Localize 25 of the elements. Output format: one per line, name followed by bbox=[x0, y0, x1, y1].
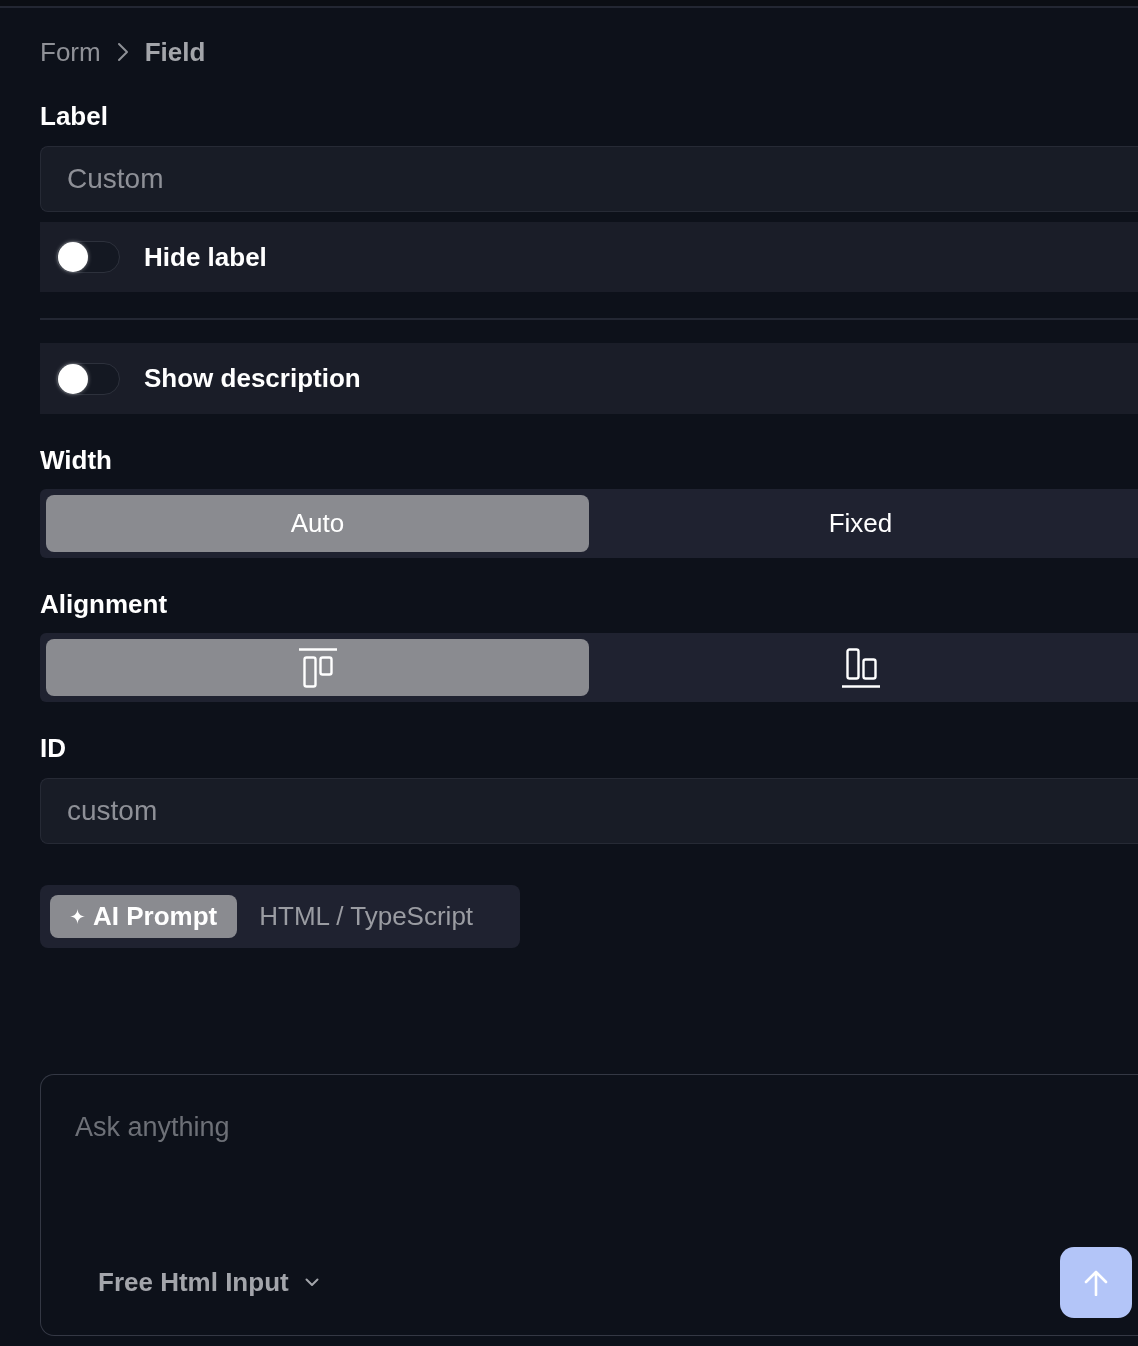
arrow-up-icon bbox=[1084, 1269, 1108, 1296]
sparkle-icon bbox=[70, 909, 85, 924]
prompt-field[interactable]: Ask anything Free Html Input bbox=[40, 1074, 1138, 1336]
chevron-right-icon bbox=[116, 42, 129, 62]
breadcrumb-current: Field bbox=[144, 36, 206, 68]
width-option[interactable]: Auto bbox=[46, 495, 589, 552]
field-label: ID bbox=[40, 733, 67, 763]
id-input[interactable]: custom bbox=[40, 778, 1138, 844]
send-button[interactable] bbox=[1060, 1247, 1132, 1318]
field-label: Width bbox=[40, 445, 113, 475]
toggle-label: Show description bbox=[144, 363, 361, 394]
align-bottom-icon bbox=[841, 647, 880, 688]
toggle-label: Hide label bbox=[144, 241, 267, 273]
toggle-switch[interactable] bbox=[56, 241, 120, 273]
field-label: Label bbox=[40, 101, 109, 131]
align-top-icon bbox=[298, 647, 337, 688]
mode-tab[interactable]: AI Prompt bbox=[50, 895, 238, 938]
label-input[interactable]: Custom bbox=[40, 146, 1138, 212]
model-dropdown[interactable]: Free Html Input bbox=[98, 1267, 319, 1298]
mode-tab[interactable]: HTML / TypeScript bbox=[237, 895, 496, 938]
chevron-down-icon bbox=[304, 1278, 319, 1287]
toggle-switch[interactable] bbox=[56, 362, 120, 395]
field-label: Alignment bbox=[40, 589, 169, 619]
breadcrumb-link[interactable]: Form bbox=[40, 36, 101, 68]
width-option[interactable]: Fixed bbox=[589, 495, 1132, 552]
